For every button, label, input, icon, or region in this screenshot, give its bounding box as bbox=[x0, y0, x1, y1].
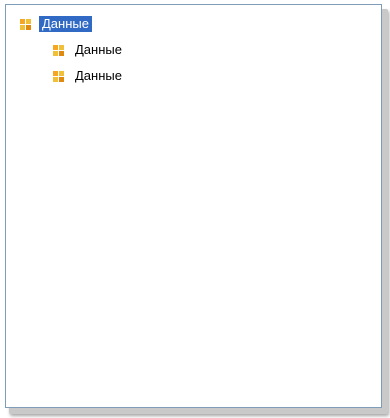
tree-node-child-1[interactable]: Данные bbox=[53, 41, 125, 59]
data-folder-icon bbox=[53, 44, 64, 56]
tree-node-label: Данные bbox=[75, 68, 122, 83]
data-folder-icon bbox=[53, 70, 64, 82]
tree-node-child-2[interactable]: Данные bbox=[53, 67, 125, 85]
tree-view[interactable]: Данные Данные Данные bbox=[5, 4, 382, 408]
tree-node-label: Данные bbox=[39, 16, 92, 32]
tree-node-root[interactable]: Данные bbox=[20, 15, 92, 33]
data-folder-icon bbox=[20, 18, 31, 30]
tree-node-label: Данные bbox=[75, 42, 122, 57]
tree-window: Данные Данные Данные bbox=[0, 0, 390, 418]
